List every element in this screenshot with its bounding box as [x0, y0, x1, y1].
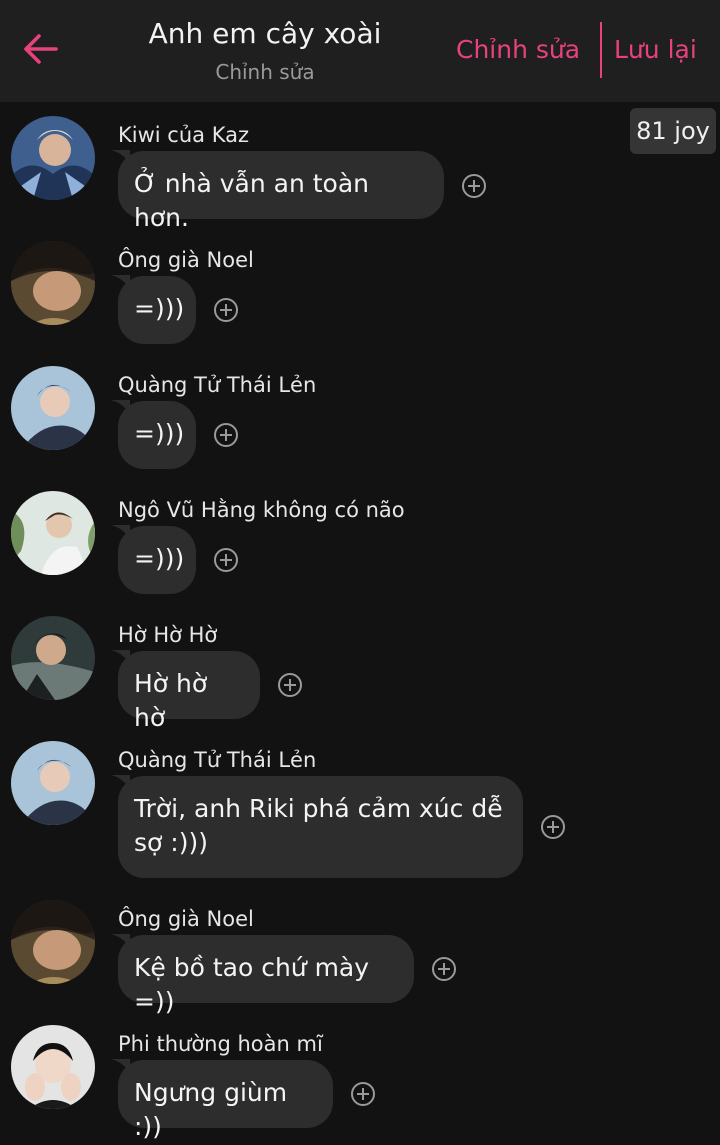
- add-reaction-button[interactable]: [431, 956, 457, 982]
- avatar[interactable]: [11, 116, 95, 200]
- save-button[interactable]: Lưu lại: [614, 30, 697, 70]
- add-reaction-button[interactable]: [213, 297, 239, 323]
- sender-name: Ông già Noel: [118, 248, 254, 272]
- avatar[interactable]: [11, 741, 95, 825]
- edit-button[interactable]: Chỉnh sửa: [456, 30, 580, 70]
- avatar[interactable]: [11, 1025, 95, 1109]
- avatar[interactable]: [11, 616, 95, 700]
- sender-name: Quàng Tử Thái Lẻn: [118, 748, 317, 772]
- plus-circle-icon: [462, 174, 486, 198]
- add-reaction-button[interactable]: [350, 1081, 376, 1107]
- plus-circle-icon: [214, 548, 238, 572]
- sender-name: Ngô Vũ Hằng không có não: [118, 498, 405, 522]
- plus-circle-icon: [214, 423, 238, 447]
- avatar[interactable]: [11, 491, 95, 575]
- message-bubble[interactable]: =))): [118, 276, 196, 344]
- sender-name: Phi thường hoàn mĩ: [118, 1032, 323, 1056]
- add-reaction-button[interactable]: [213, 547, 239, 573]
- avatar[interactable]: [11, 241, 95, 325]
- back-button[interactable]: [18, 26, 64, 72]
- avatar[interactable]: [11, 366, 95, 450]
- page-subtitle: Chỉnh sửa: [215, 60, 315, 84]
- arrow-left-icon: [24, 34, 58, 64]
- message-bubble[interactable]: =))): [118, 401, 196, 469]
- message-bubble[interactable]: Kệ bồ tao chứ mày =)): [118, 935, 414, 1016]
- add-reaction-button[interactable]: [540, 814, 566, 840]
- message-bubble[interactable]: Hờ hờ hờ: [118, 651, 260, 732]
- message-bubble[interactable]: Trời, anh Riki phá cảm xúc dễ sợ :))): [118, 776, 523, 878]
- plus-circle-icon: [351, 1082, 375, 1106]
- plus-circle-icon: [278, 673, 302, 697]
- top-app-bar: Anh em cây xoài Chỉnh sửa Chỉnh sửa Lưu …: [0, 0, 720, 102]
- sender-name: Hờ Hờ Hờ: [118, 623, 218, 647]
- sender-name: Kiwi của Kaz: [118, 123, 249, 147]
- add-reaction-button[interactable]: [461, 173, 487, 199]
- message-bubble[interactable]: Ở nhà vẫn an toàn hơn.: [118, 151, 444, 232]
- message-bubble[interactable]: Ngưng giùm :)): [118, 1060, 333, 1141]
- page-title: Anh em cây xoài: [148, 17, 382, 50]
- sender-name: Quàng Tử Thái Lẻn: [118, 373, 317, 397]
- add-reaction-button[interactable]: [277, 672, 303, 698]
- header-divider: [600, 22, 602, 78]
- avatar[interactable]: [11, 900, 95, 984]
- joy-badge: 81 joy: [630, 108, 716, 154]
- add-reaction-button[interactable]: [213, 422, 239, 448]
- title-block: Anh em cây xoài Chỉnh sửa: [120, 14, 410, 86]
- sender-name: Ông già Noel: [118, 907, 254, 931]
- message-bubble[interactable]: =))): [118, 526, 196, 594]
- plus-circle-icon: [214, 298, 238, 322]
- plus-circle-icon: [541, 815, 565, 839]
- plus-circle-icon: [432, 957, 456, 981]
